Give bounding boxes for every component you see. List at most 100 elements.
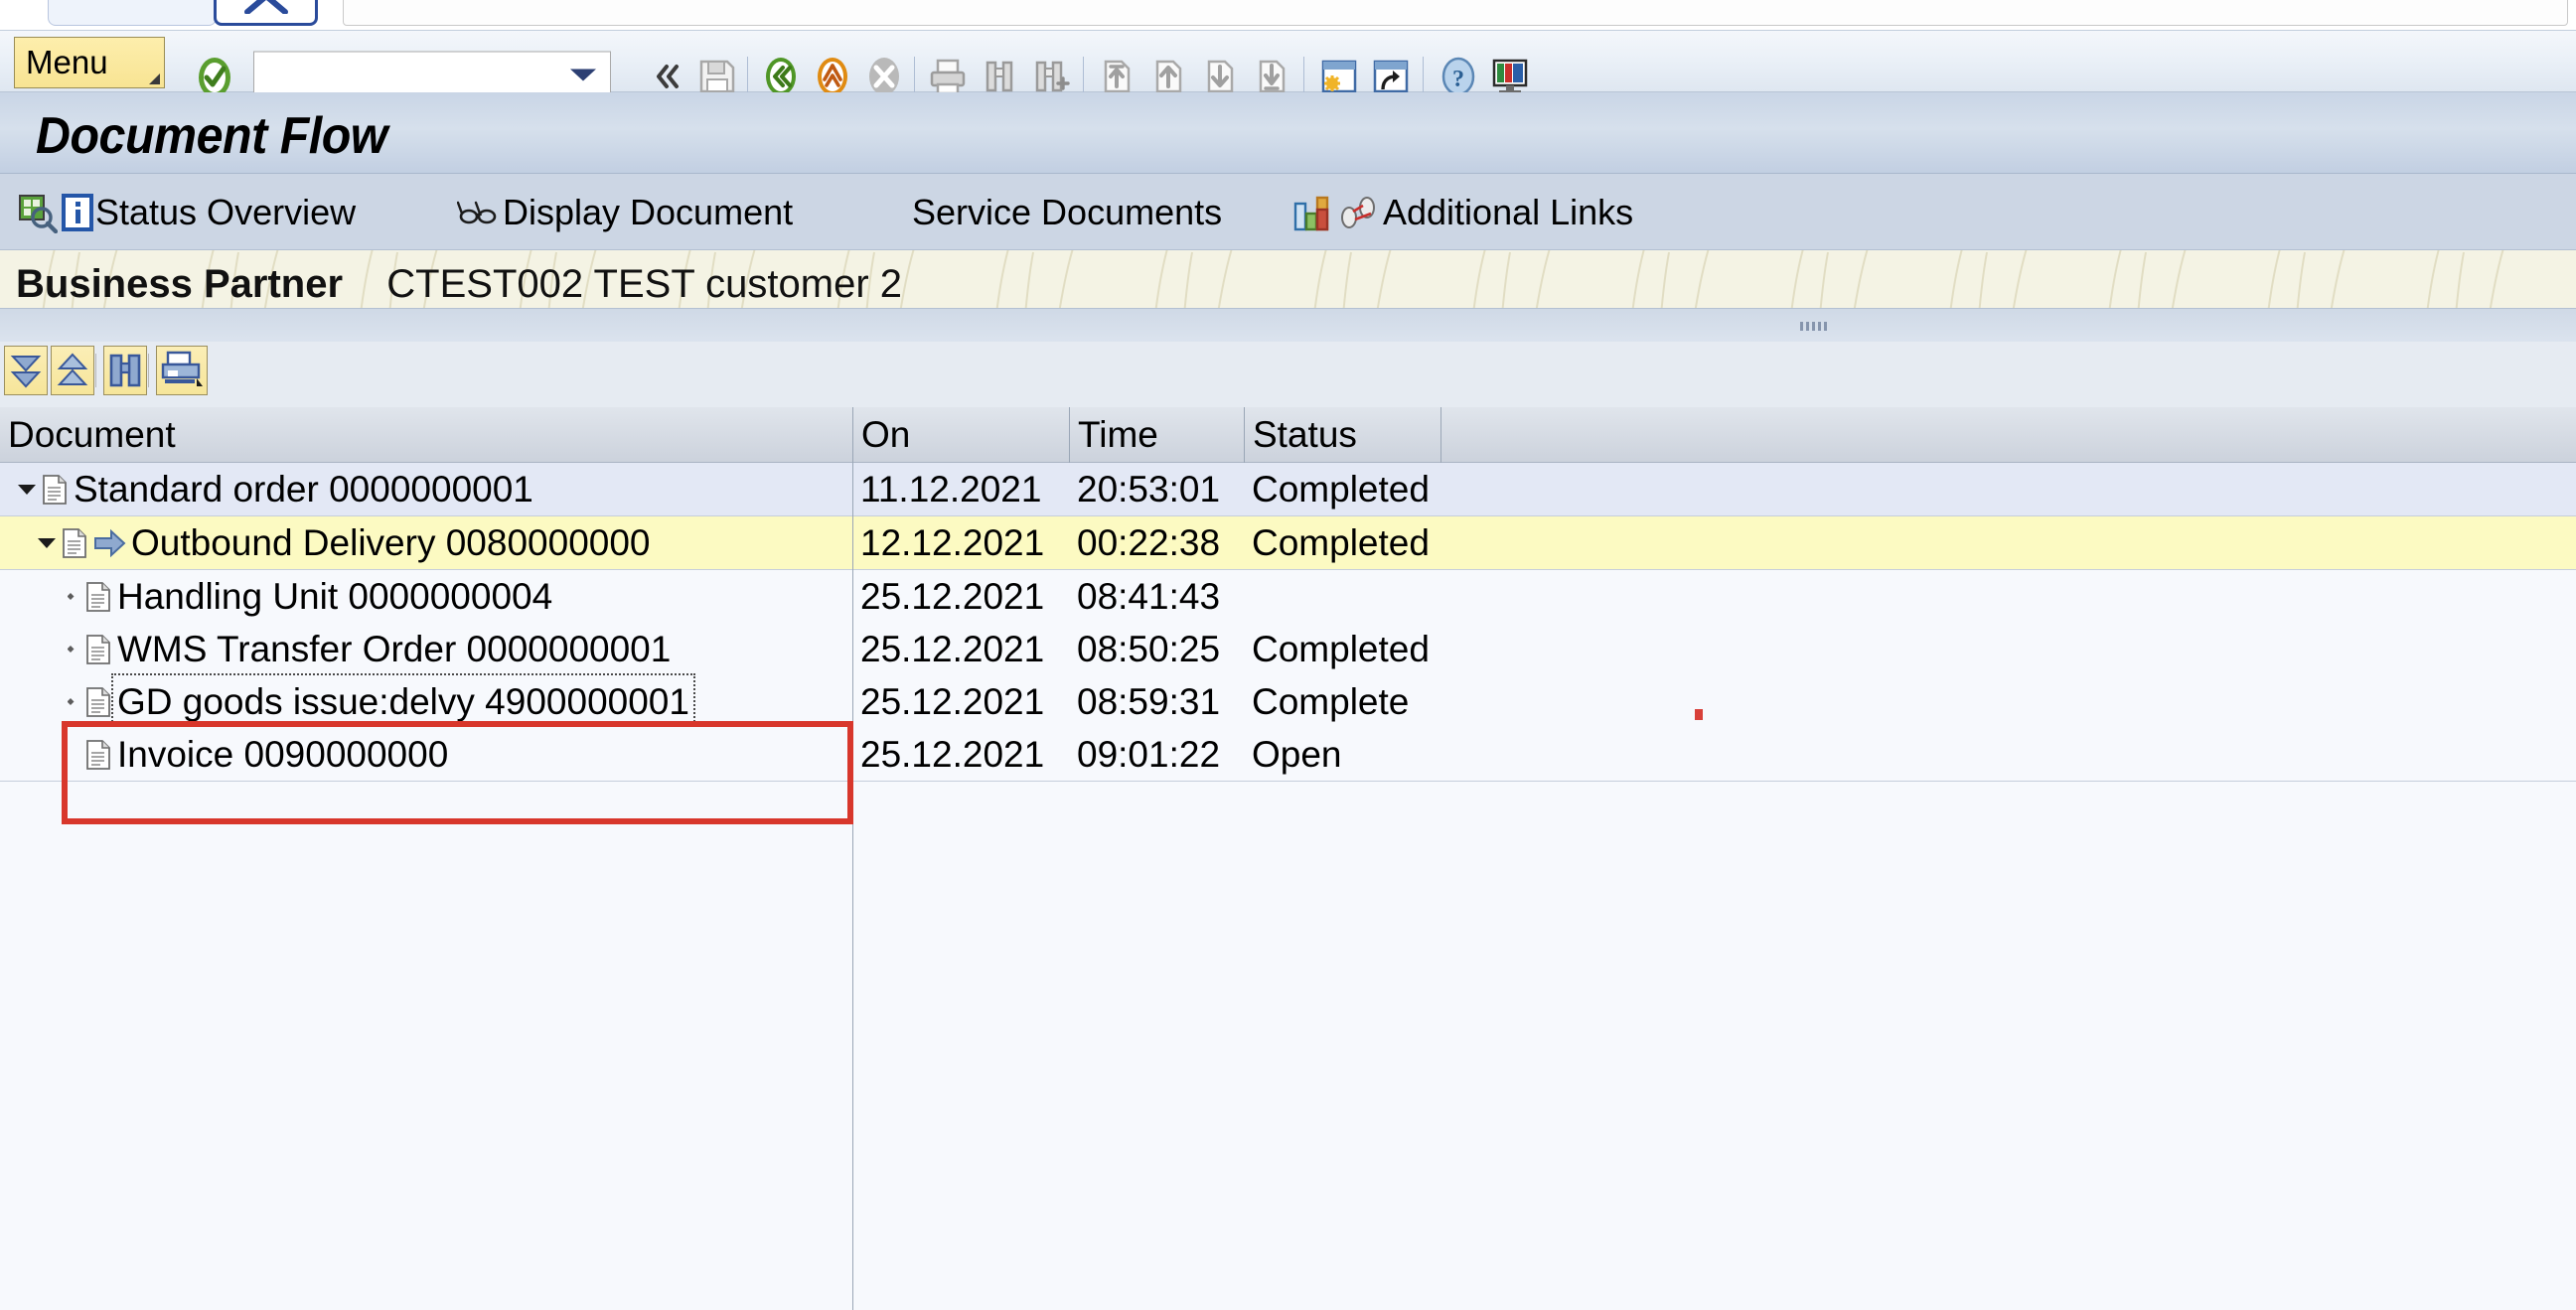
leaf-node-icon	[60, 675, 81, 728]
document-icon	[86, 686, 110, 717]
additional-links-label: Additional Links	[1383, 191, 1634, 232]
display-document-button[interactable]: Display Document	[457, 174, 793, 250]
business-partner-label: Business Partner	[16, 262, 344, 306]
chevron-down-icon[interactable]	[570, 69, 596, 81]
chrome-address-field[interactable]	[343, 0, 2568, 26]
browser-chrome-strip	[0, 0, 2576, 30]
grid-toolbar	[0, 342, 2576, 407]
row-document-cell[interactable]: Invoice 0090000000	[0, 728, 852, 781]
row-time-cell: 08:41:43	[1077, 576, 1221, 617]
column-divider[interactable]	[1440, 407, 1441, 463]
row-document-cell[interactable]: GD goods issue:delvy 4900000001	[0, 673, 852, 730]
row-on-cell: 25.12.2021	[860, 681, 1045, 722]
print-button[interactable]	[156, 346, 208, 395]
row-on-cell: 12.12.2021	[860, 522, 1045, 563]
table-row[interactable]: GD goods issue:delvy 4900000001 25.12.20…	[0, 673, 2576, 730]
table-row[interactable]: WMS Transfer Order 0000000001 25.12.2021…	[0, 623, 2576, 675]
command-field[interactable]	[253, 51, 611, 96]
collapse-left-icon[interactable]	[651, 60, 684, 93]
toolbar-separator	[1423, 57, 1424, 96]
menu-button-label: Menu	[26, 44, 108, 80]
business-partner-value: CTEST002 TEST customer 2	[386, 262, 902, 306]
row-document-label: Invoice 0090000000	[117, 734, 449, 775]
table-header-row: Document On Time Status	[0, 407, 2576, 463]
svg-text:?: ?	[1452, 67, 1464, 92]
toolbar-separator	[747, 57, 748, 96]
row-on-cell: 25.12.2021	[860, 629, 1045, 669]
row-document-cell[interactable]: WMS Transfer Order 0000000001	[0, 623, 852, 675]
chrome-button-left[interactable]	[48, 0, 217, 26]
menu-dropdown-corner-icon	[149, 73, 160, 84]
column-header-on[interactable]: On	[853, 407, 1069, 462]
row-document-label: WMS Transfer Order 0000000001	[117, 629, 672, 669]
table-body: Standard order 0000000001 11.12.2021 20:…	[0, 463, 2576, 1310]
row-time-cell: 08:50:25	[1077, 629, 1221, 669]
bar-chart-icon	[1293, 196, 1329, 230]
leaf-node-icon	[60, 570, 81, 623]
row-time-cell: 00:22:38	[1077, 522, 1221, 563]
additional-links-button[interactable]: Additional Links	[1291, 174, 1633, 250]
find-button[interactable]	[103, 346, 147, 395]
chevron-up-icon	[244, 0, 288, 14]
row-document-label: GD goods issue:delvy 4900000001	[111, 673, 695, 730]
document-icon	[43, 474, 67, 505]
column-divider[interactable]	[1069, 407, 1070, 463]
row-status-cell: Completed	[1252, 522, 1430, 563]
row-document-label: Handling Unit 0000000004	[117, 576, 553, 617]
links-icon	[1341, 196, 1375, 228]
column-header-document[interactable]: Document	[0, 407, 852, 462]
menu-button[interactable]: Menu	[14, 37, 165, 88]
service-documents-label: Service Documents	[912, 191, 1223, 232]
printer-icon	[161, 351, 203, 386]
binoculars-icon	[109, 354, 141, 387]
column-divider[interactable]	[852, 407, 853, 463]
row-status-cell: Completed	[1252, 469, 1430, 509]
row-document-label: Standard order 0000000001	[74, 469, 533, 509]
row-document-cell[interactable]: Outbound Delivery 0080000000	[0, 516, 852, 569]
panel-splitter[interactable]	[0, 308, 2576, 342]
document-flow-table: Document On Time Status Standard order 0…	[0, 407, 2576, 1310]
service-documents-button[interactable]: Service Documents	[912, 174, 1222, 250]
sap-system-toolbar: Menu ?	[0, 30, 2576, 97]
status-overview-label: Status Overview	[95, 191, 357, 232]
row-time-cell: 09:01:22	[1077, 734, 1221, 775]
document-icon	[86, 739, 110, 770]
splitter-grip[interactable]	[1800, 322, 1836, 331]
row-status-cell: Open	[1252, 734, 1342, 775]
row-time-cell: 08:59:31	[1077, 681, 1221, 722]
expand-twisty-icon[interactable]	[16, 463, 38, 515]
glasses-icon	[457, 201, 497, 223]
column-header-status[interactable]: Status	[1245, 407, 1440, 462]
row-document-cell[interactable]: Standard order 0000000001	[0, 463, 852, 515]
grid-toolbar-separator	[148, 354, 149, 387]
application-function-bar: Status Overview Display Document Service…	[0, 174, 2576, 250]
double-chevron-down-icon	[10, 356, 42, 388]
row-on-cell: 11.12.2021	[860, 469, 1042, 509]
leaf-node-icon	[60, 623, 81, 675]
info-icon	[62, 193, 93, 231]
status-overview-button[interactable]: Status Overview	[16, 174, 356, 250]
row-on-cell: 25.12.2021	[860, 734, 1045, 775]
table-body-column-divider	[852, 463, 853, 1310]
row-document-label: Outbound Delivery 0080000000	[131, 522, 651, 563]
collapse-all-button[interactable]	[51, 346, 94, 395]
row-status-cell: Complete	[1252, 681, 1410, 722]
table-row[interactable]: Standard order 0000000001 11.12.2021 20:…	[0, 463, 2576, 515]
row-on-cell: 25.12.2021	[860, 576, 1045, 617]
column-divider[interactable]	[1244, 407, 1245, 463]
table-row[interactable]: Handling Unit 0000000004 25.12.2021 08:4…	[0, 570, 2576, 623]
sap-document-flow-window: Menu ? Document Flow Status Overview Dis…	[0, 0, 2576, 1310]
table-row[interactable]: Invoice 0090000000 25.12.2021 09:01:22 O…	[0, 728, 2576, 781]
row-document-cell[interactable]: Handling Unit 0000000004	[0, 570, 852, 623]
business-partner-text: Business Partner CTEST002 TEST customer …	[16, 262, 902, 307]
row-separator	[0, 781, 2576, 782]
expand-twisty-icon[interactable]	[36, 516, 58, 569]
document-icon	[63, 527, 86, 558]
column-header-time[interactable]: Time	[1070, 407, 1244, 462]
expand-all-button[interactable]	[4, 346, 48, 395]
page-title-band: Document Flow	[0, 92, 2576, 174]
grid-toolbar-separator	[95, 354, 96, 387]
row-status-cell: Completed	[1252, 629, 1430, 669]
table-row[interactable]: Outbound Delivery 0080000000 12.12.2021 …	[0, 516, 2576, 569]
leaf-node-icon	[60, 728, 81, 781]
